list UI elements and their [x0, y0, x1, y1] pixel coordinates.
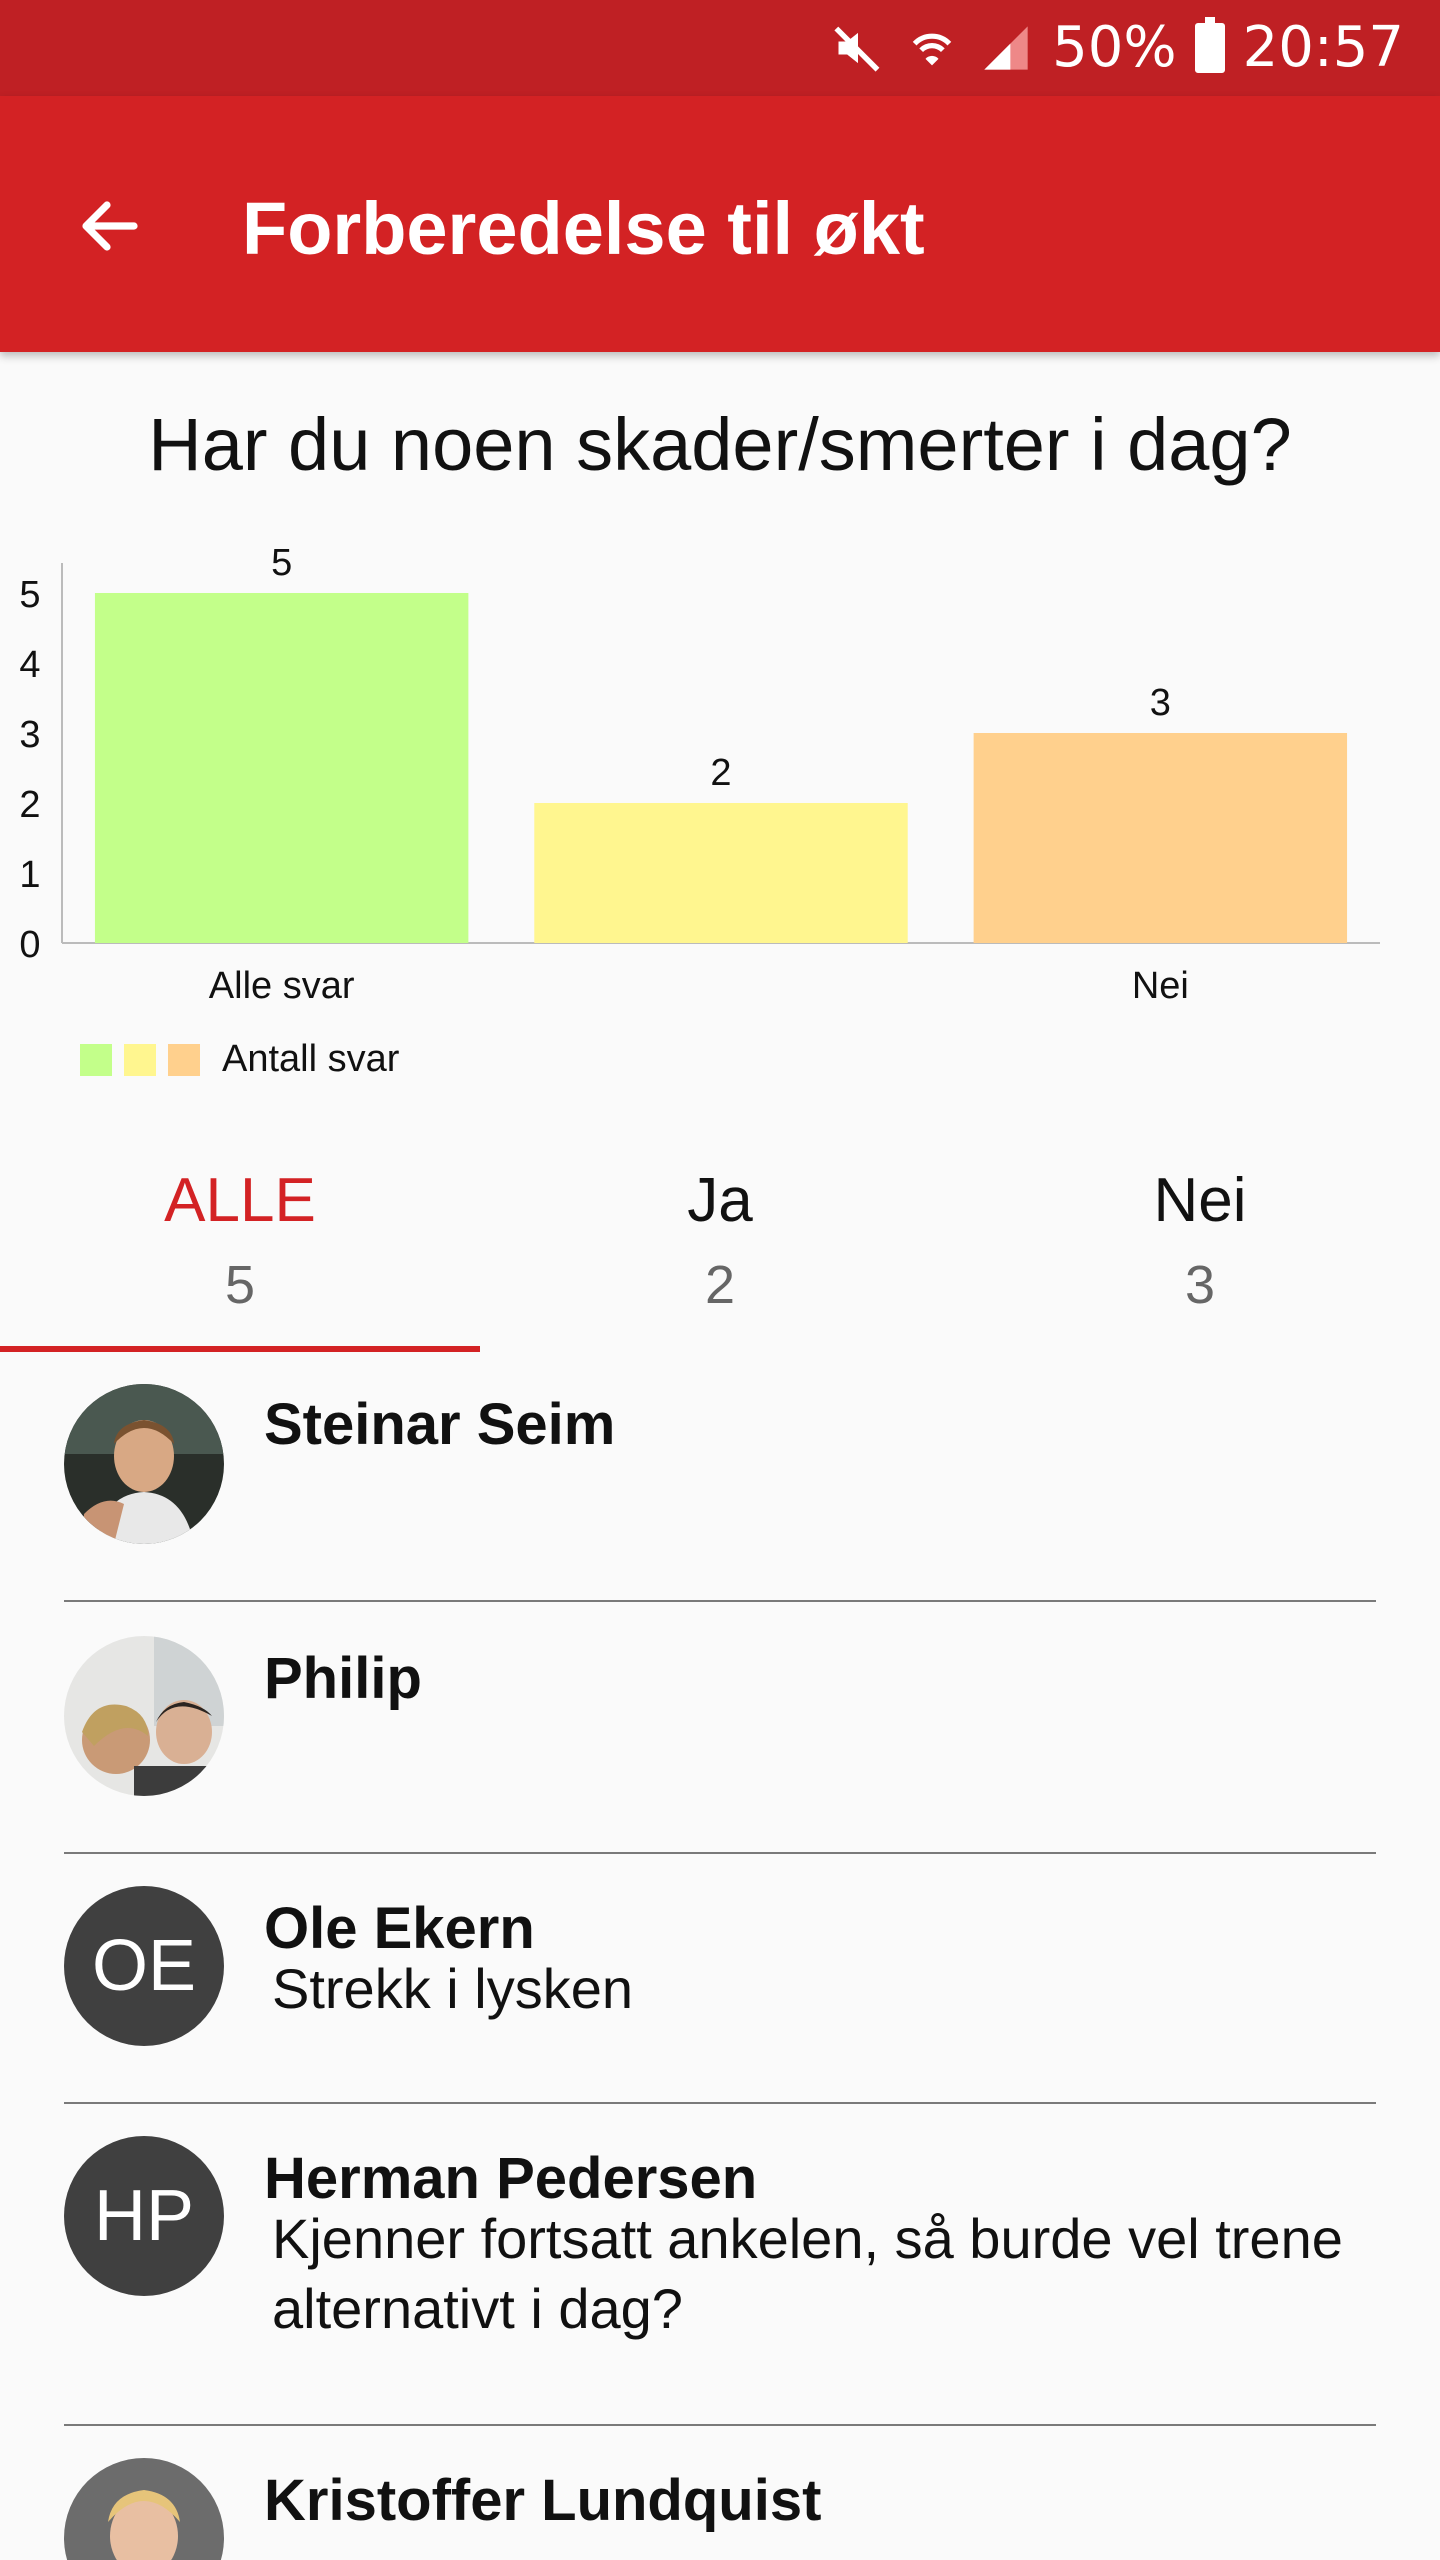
y-tick-label: 5	[19, 574, 40, 616]
response-name: Ole Ekern	[264, 1896, 535, 1961]
wifi-icon	[904, 20, 960, 76]
tab-alle[interactable]: ALLE 5	[0, 1156, 480, 1352]
bar-value-label: 3	[1150, 682, 1171, 724]
tab-nei[interactable]: Nei 3	[960, 1156, 1440, 1352]
response-name: Philip	[264, 1646, 422, 1711]
bar-value-label: 2	[710, 752, 731, 794]
tab-count: 2	[704, 1255, 736, 1315]
battery-icon	[1194, 17, 1225, 73]
tab-count: 5	[224, 1255, 256, 1315]
list-item[interactable]: Steinar Seim	[0, 1352, 1440, 1602]
x-tick-label: Nei	[1132, 965, 1189, 1007]
avatar	[64, 1384, 224, 1544]
tab-ja[interactable]: Ja 2	[480, 1156, 960, 1352]
response-name: Steinar Seim	[264, 1392, 616, 1457]
response-comment: Strekk i lysken	[272, 1957, 633, 2020]
chart-bar	[534, 803, 908, 943]
y-tick-label: 4	[19, 644, 40, 686]
back-button[interactable]	[70, 186, 150, 266]
signal-icon	[978, 20, 1034, 76]
legend-swatch-2	[124, 1043, 156, 1076]
bar-chart: 0 1 2 3 4 5 5 Alle svar 2 3 Nei	[19, 542, 1380, 1007]
battery-percent: 50%	[1052, 15, 1177, 80]
avatar	[64, 2458, 224, 2560]
tab-count: 3	[1184, 1255, 1216, 1315]
x-tick-label: Alle svar	[209, 965, 355, 1007]
avatar: OE	[64, 1886, 224, 2046]
tab-label: Ja	[687, 1166, 753, 1235]
legend-swatch-1	[80, 1043, 112, 1076]
list-item[interactable]: OE Ole Ekern Strekk i lysken	[0, 1854, 1440, 2104]
legend-swatch-3	[168, 1043, 200, 1076]
avatar	[64, 1636, 224, 1796]
y-tick-label: 0	[19, 924, 40, 966]
response-name: Kristoffer Lundquist	[264, 2468, 822, 2533]
response-comment: Kjenner fortsatt ankelen, så burde vel t…	[272, 2207, 1343, 2340]
list-item[interactable]: HP Herman Pedersen Kjenner fortsatt anke…	[0, 2104, 1440, 2426]
chart-legend: Antall svar	[80, 1038, 399, 1081]
list-item[interactable]: Kristoffer Lundquist	[0, 2426, 1440, 2560]
legend-label: Antall svar	[222, 1038, 400, 1080]
page-title: Forberedelse til økt	[242, 187, 925, 270]
bar-value-label: 5	[271, 542, 292, 584]
arrow-left-icon	[82, 201, 138, 251]
app-bar: Forberedelse til økt	[0, 96, 1440, 352]
response-chart: 0 1 2 3 4 5 5 Alle svar 2 3 Nei	[0, 540, 1440, 1110]
mute-icon	[830, 20, 886, 76]
response-name: Herman Pedersen	[264, 2146, 758, 2211]
tab-label: Nei	[1153, 1166, 1247, 1235]
y-tick-label: 2	[19, 784, 40, 826]
list-item[interactable]: Philip	[0, 1602, 1440, 1854]
avatar: HP	[64, 2136, 224, 2296]
y-tick-label: 1	[19, 854, 40, 896]
chart-bar	[94, 593, 469, 943]
question-heading: Har du noen skader/smerter i dag?	[148, 403, 1292, 486]
filter-tabs: ALLE 5 Ja 2 Nei 3	[0, 1156, 1440, 1352]
clock: 20:57	[1242, 15, 1404, 80]
tab-label: ALLE	[164, 1166, 316, 1235]
chart-bar	[973, 733, 1348, 943]
y-tick-label: 3	[19, 714, 40, 756]
status-bar: 50% 20:57	[0, 0, 1440, 96]
